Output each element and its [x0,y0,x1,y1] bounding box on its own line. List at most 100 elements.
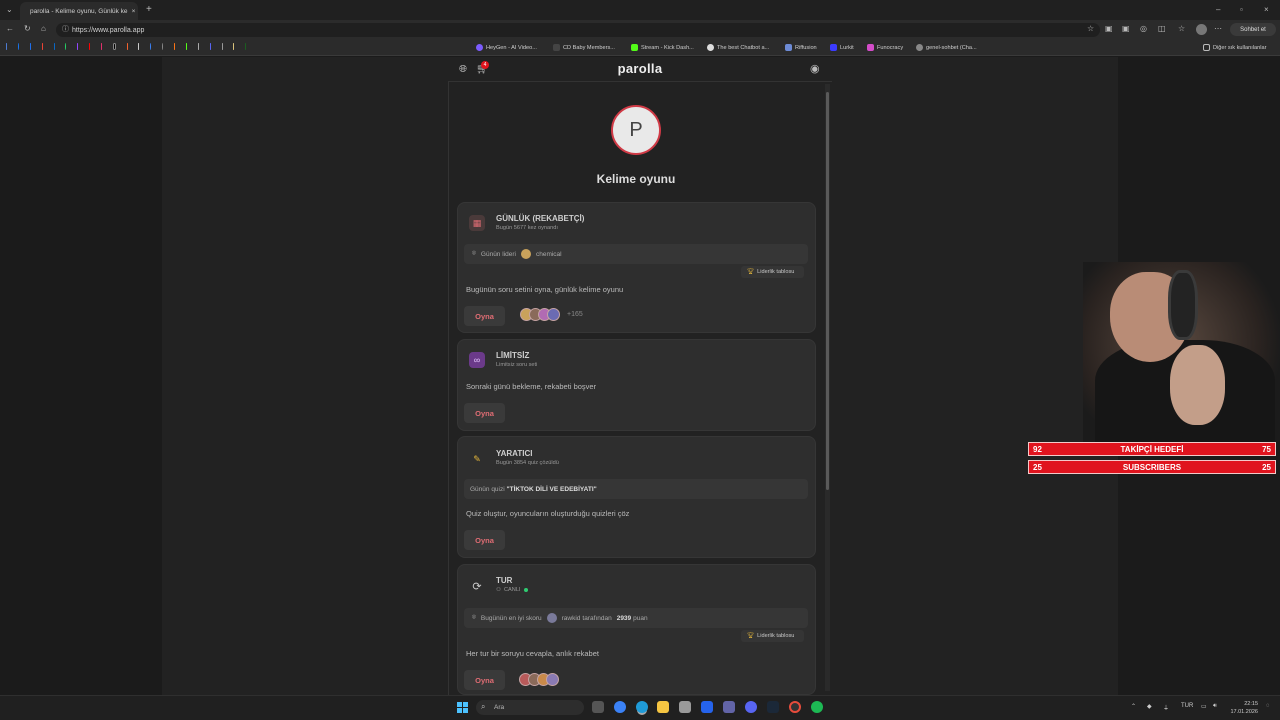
edge-browser-icon[interactable] [636,701,648,713]
bookmark-icon[interactable] [162,43,163,50]
outlook-icon[interactable] [701,701,713,713]
tab-bar [0,0,1280,20]
task-view-icon[interactable] [592,701,604,713]
start-windows-icon[interactable] [457,702,468,713]
bookmark-icons [6,43,247,51]
bookmark-icon[interactable] [197,43,199,50]
user-account-icon[interactable]: ◉ [810,64,820,75]
left-letterbox [0,57,162,695]
users-icon: ⚇ [496,587,502,593]
card-title: LİMİTSİZ [496,351,530,360]
player-name[interactable]: rawkid [562,615,581,622]
twitch-icon[interactable] [77,43,79,50]
instagram-icon[interactable] [101,43,102,50]
quiz-of-day-bar[interactable]: Günün quizi "TİKTOK DİLİ VE EDEBİYATI" [464,479,808,499]
gmail-icon[interactable] [41,43,43,50]
home-icon[interactable]: ⌂ [41,25,46,33]
reload-icon[interactable]: ↻ [24,25,31,33]
kick-icon[interactable] [185,43,187,50]
search-icon: ⌕ [481,702,486,711]
copilot-icon[interactable] [614,701,626,713]
profile-avatar[interactable] [1196,24,1207,35]
extension-icon-3[interactable]: ◎ [1140,25,1147,33]
bookmark-icon[interactable] [245,43,247,50]
close-tab-icon[interactable]: × [132,8,136,15]
other-bookmarks[interactable]: Diğer sık kullanılanlar [1203,42,1266,53]
app-logo[interactable]: parolla [600,61,680,76]
play-button-tur[interactable]: Oyna [464,670,505,690]
facebook-icon[interactable] [17,43,19,50]
copilot-button[interactable]: Sohbet et [1230,23,1276,36]
bookmark-funocracy[interactable]: Funocracy [867,42,903,53]
language-indicator[interactable]: TUR [1181,703,1193,709]
play-button-gunluk[interactable]: Oyna [464,306,505,326]
site-info-icon[interactable]: ⓘ [62,26,69,33]
tab-list-icon[interactable]: ⌄ [6,6,13,14]
favorite-star-icon[interactable]: ☆ [1087,25,1094,33]
teams-icon[interactable] [723,701,735,713]
bookmark-icon[interactable] [6,43,7,50]
split-screen-icon[interactable]: ◫ [1158,25,1166,33]
bookmark-icon[interactable] [126,43,128,50]
bookmark-genel-sohbet[interactable]: genel-sohbet (Cha... [916,42,977,53]
file-explorer-icon[interactable] [657,701,669,713]
card-subtitle: Bugün 3854 quiz çözüldü [496,460,559,466]
bookmark-heygen[interactable]: HeyGen - AI Video... [476,42,537,53]
bookmark-icon[interactable] [233,43,235,50]
discord-icon[interactable] [745,701,757,713]
network-icon[interactable]: ▭ [1201,703,1207,710]
play-button-limitsiz[interactable]: Oyna [464,403,505,423]
obs-icon[interactable] [789,701,801,713]
store-app-icon[interactable] [679,701,691,713]
address-bar[interactable]: https://www.parolla.app [56,23,1100,37]
player-avatar [546,613,557,623]
spotify-icon[interactable] [811,701,823,713]
bookmark-icon[interactable] [174,43,175,50]
trophy-icon: 🏆︎ [747,633,755,639]
x-icon[interactable] [112,43,116,50]
notifications-icon[interactable]: ◌ [1266,703,1270,709]
bookmark-icon[interactable] [138,43,140,50]
webcam-person-hand [1170,345,1225,425]
bookmark-cdbaby[interactable]: CD Baby Members... [553,42,615,53]
back-icon[interactable]: ← [6,25,14,33]
bookmark-kick[interactable]: Stream - Kick Dash... [631,42,694,53]
card-title: YARATICI [496,449,533,458]
bookmark-chatbot[interactable]: The best Chatbot a... [707,42,769,53]
bar-label: Günün quizi [470,485,505,493]
tray-usb-icon[interactable]: ⏚ [1163,703,1169,712]
play-button-yaratici[interactable]: Oyna [464,530,505,550]
bookmark-riffusion[interactable]: Riffusion [785,42,817,53]
extension-icon[interactable]: ▣ [1105,25,1113,33]
scrollbar-thumb[interactable] [826,92,829,490]
language-globe-icon[interactable]: 🌐︎ [459,65,467,75]
clock[interactable]: 22:15 17.01.2026 [1228,700,1258,716]
favorites-icon[interactable]: ☆ [1178,25,1185,33]
leader-name[interactable]: chemical [536,251,562,258]
notification-badge: 4 [481,61,489,69]
volume-icon[interactable]: 🔊︎ [1213,703,1217,710]
close-window-icon[interactable]: × [1264,6,1269,14]
bookmark-icon[interactable] [150,43,152,50]
whatsapp-icon[interactable] [65,43,67,50]
bookmark-lurkit[interactable]: Lurkit [830,42,854,53]
browser-tab[interactable]: parolla - Kelime oyunu, Günlük ke × [20,2,138,20]
youtube-icon[interactable] [89,43,90,50]
bookmark-icon[interactable] [221,43,223,50]
taskbar-search[interactable]: Ara [476,700,584,715]
maximize-icon[interactable]: ▫ [1240,6,1243,14]
linkedin-icon[interactable] [53,43,55,50]
bookmark-icon[interactable] [29,43,31,50]
steam-icon[interactable] [767,701,779,713]
tray-app-icon[interactable]: ◆ [1147,703,1152,710]
minimize-icon[interactable]: – [1216,6,1220,14]
bookmark-icon[interactable] [209,43,211,50]
leaderboard-button[interactable]: 🏆︎ Liderlik tablosu [741,266,804,278]
leaderboard-button[interactable]: 🏆︎ Liderlik tablosu [741,630,804,642]
subs-current: 25 [1033,462,1042,472]
new-tab-icon[interactable]: + [146,5,152,15]
more-menu-icon[interactable]: ⋯ [1214,25,1222,33]
extension-icon-2[interactable]: ▣ [1122,25,1130,33]
player-avatars [520,308,560,321]
tray-chevron-icon[interactable]: ⌃ [1131,703,1136,710]
